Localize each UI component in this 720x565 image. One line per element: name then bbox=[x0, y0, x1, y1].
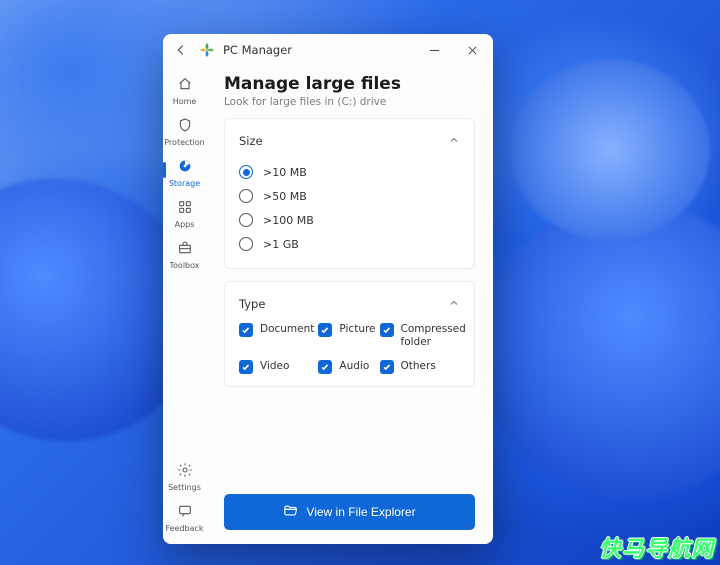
size-panel: Size >10 MB >50 MB bbox=[224, 118, 475, 269]
page-subtitle: Look for large files in (C:) drive bbox=[224, 96, 475, 108]
feedback-icon bbox=[177, 503, 193, 523]
type-panel-title: Type bbox=[239, 297, 265, 311]
checkbox-label: Others bbox=[401, 360, 436, 373]
back-button[interactable] bbox=[171, 43, 191, 57]
sidebar-item-apps[interactable]: Apps bbox=[163, 193, 206, 234]
radio-icon bbox=[239, 213, 253, 227]
view-in-explorer-button[interactable]: View in File Explorer bbox=[224, 494, 475, 530]
radio-icon bbox=[239, 165, 253, 179]
minimize-button[interactable] bbox=[419, 36, 449, 64]
type-option-audio[interactable]: Audio bbox=[318, 360, 375, 374]
collapse-size-button[interactable] bbox=[448, 131, 460, 150]
type-option-document[interactable]: Document bbox=[239, 323, 314, 348]
checkbox-label: Audio bbox=[339, 360, 369, 373]
type-option-others[interactable]: Others bbox=[380, 360, 466, 374]
checkbox-checked-icon bbox=[380, 360, 394, 374]
titlebar: PC Manager bbox=[163, 34, 493, 66]
sidebar-item-label: Apps bbox=[175, 221, 195, 229]
shield-icon bbox=[177, 117, 193, 137]
sidebar-item-label: Feedback bbox=[165, 525, 203, 533]
sidebar-item-label: Toolbox bbox=[170, 262, 200, 270]
watermark-text: 快马导航网 bbox=[599, 531, 714, 563]
button-label: View in File Explorer bbox=[306, 505, 415, 519]
main-content: Manage large files Look for large files … bbox=[206, 66, 493, 544]
toolbox-icon bbox=[177, 240, 193, 260]
radio-icon bbox=[239, 189, 253, 203]
sidebar-item-label: Home bbox=[173, 98, 197, 106]
sidebar-item-home[interactable]: Home bbox=[163, 70, 206, 111]
radio-icon bbox=[239, 237, 253, 251]
sidebar-item-storage[interactable]: Storage bbox=[163, 152, 206, 193]
type-option-picture[interactable]: Picture bbox=[318, 323, 375, 348]
checkbox-label: Compressed folder bbox=[401, 323, 466, 348]
sidebar-item-label: Settings bbox=[168, 484, 201, 492]
pc-manager-window: PC Manager Home Protection bbox=[163, 34, 493, 544]
size-option-50mb[interactable]: >50 MB bbox=[239, 184, 460, 208]
radio-label: >1 GB bbox=[263, 238, 299, 251]
checkbox-label: Picture bbox=[339, 323, 375, 336]
home-icon bbox=[177, 76, 193, 96]
sidebar-item-protection[interactable]: Protection bbox=[163, 111, 206, 152]
window-title: PC Manager bbox=[223, 43, 292, 57]
wallpaper-petal bbox=[510, 60, 710, 240]
storage-icon bbox=[177, 158, 193, 178]
checkbox-checked-icon bbox=[380, 323, 394, 337]
checkbox-checked-icon bbox=[318, 360, 332, 374]
type-panel: Type Document Picture bbox=[224, 281, 475, 387]
checkbox-label: Document bbox=[260, 323, 314, 336]
size-option-100mb[interactable]: >100 MB bbox=[239, 208, 460, 232]
type-option-compressed[interactable]: Compressed folder bbox=[380, 323, 466, 348]
folder-open-icon bbox=[283, 503, 298, 521]
size-option-1gb[interactable]: >1 GB bbox=[239, 232, 460, 256]
page-title: Manage large files bbox=[224, 74, 475, 94]
collapse-type-button[interactable] bbox=[448, 294, 460, 313]
apps-icon bbox=[177, 199, 193, 219]
sidebar: Home Protection Storage Apps bbox=[163, 66, 206, 544]
checkbox-checked-icon bbox=[239, 360, 253, 374]
radio-label: >50 MB bbox=[263, 190, 307, 203]
app-logo-icon bbox=[199, 42, 215, 58]
checkbox-checked-icon bbox=[318, 323, 332, 337]
size-option-10mb[interactable]: >10 MB bbox=[239, 160, 460, 184]
radio-label: >10 MB bbox=[263, 166, 307, 179]
type-option-video[interactable]: Video bbox=[239, 360, 314, 374]
checkbox-label: Video bbox=[260, 360, 289, 373]
gear-icon bbox=[177, 462, 193, 482]
radio-label: >100 MB bbox=[263, 214, 314, 227]
sidebar-item-label: Protection bbox=[164, 139, 204, 147]
sidebar-item-toolbox[interactable]: Toolbox bbox=[163, 234, 206, 275]
checkbox-checked-icon bbox=[239, 323, 253, 337]
size-panel-title: Size bbox=[239, 134, 263, 148]
close-button[interactable] bbox=[457, 36, 487, 64]
sidebar-item-label: Storage bbox=[169, 180, 200, 188]
sidebar-item-settings[interactable]: Settings bbox=[163, 456, 206, 497]
desktop-wallpaper: PC Manager Home Protection bbox=[0, 0, 720, 565]
sidebar-item-feedback[interactable]: Feedback bbox=[163, 497, 206, 538]
